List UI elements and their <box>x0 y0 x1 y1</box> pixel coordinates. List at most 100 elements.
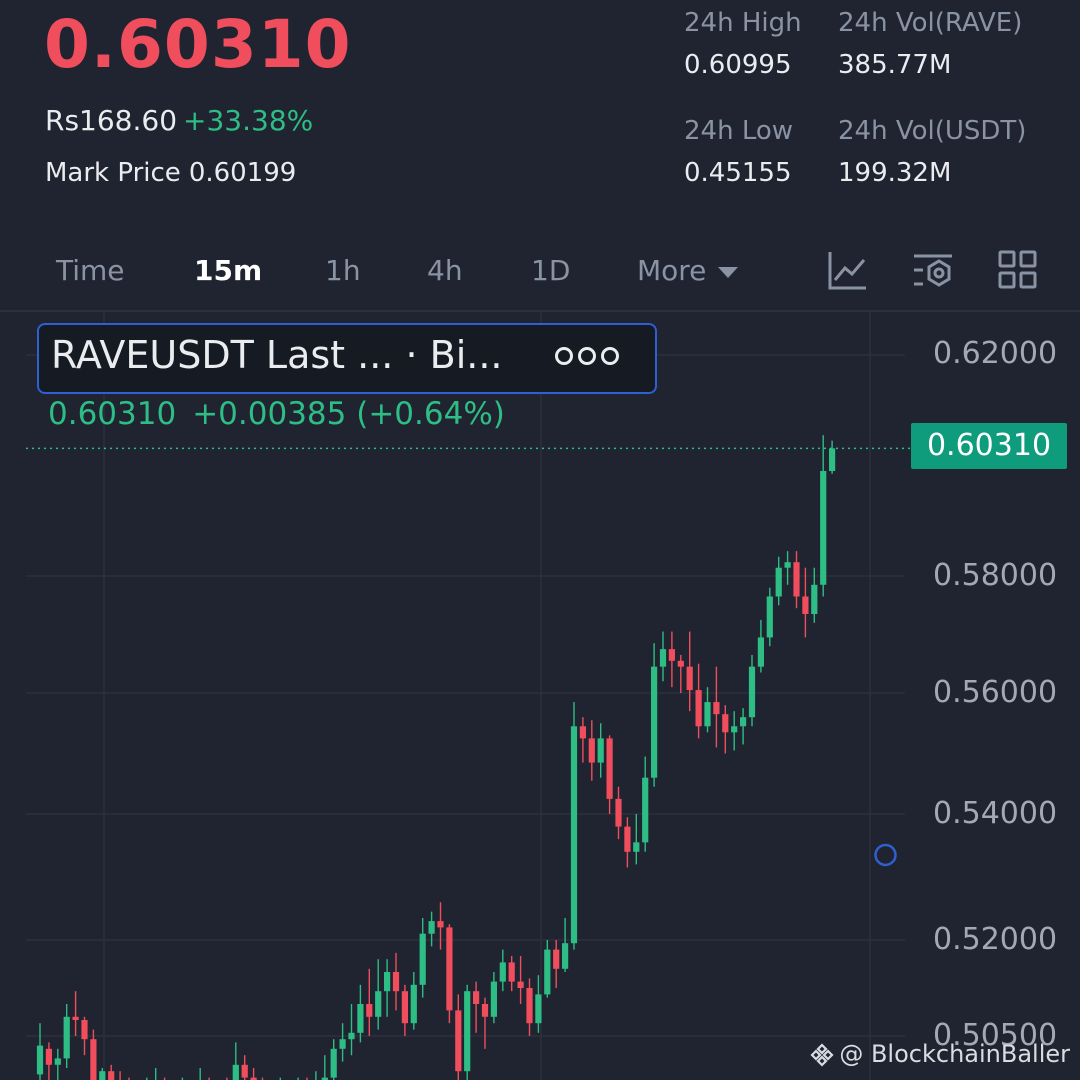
candle-body <box>624 826 631 852</box>
candle-body <box>392 972 400 992</box>
candle-body <box>544 949 551 995</box>
candle-body <box>535 994 542 1024</box>
candle-body <box>642 777 649 843</box>
stat-label: 24h Vol(USDT) <box>838 116 1027 146</box>
candle-body <box>490 981 497 1017</box>
candle-body <box>704 702 711 727</box>
price-axis-label: 0.52000 <box>933 922 1058 957</box>
price-axis-label: 0.56000 <box>933 675 1058 710</box>
candle-body <box>686 666 693 691</box>
stat-value: 0.60995 <box>684 50 792 80</box>
candle-body <box>428 921 435 934</box>
candle-body <box>570 726 578 944</box>
candle-body <box>731 726 738 733</box>
legend-title: RAVEUSDT Last ... · Bi... <box>51 333 503 377</box>
legend-values: 0.60310 +0.00385 (+0.64%) <box>48 396 505 432</box>
fiat-price: Rs168.60 <box>45 104 178 137</box>
candle-body <box>357 1004 364 1033</box>
candle-body <box>677 660 684 667</box>
candle-body <box>722 714 729 733</box>
tab-15m[interactable]: 15m <box>194 254 262 287</box>
stat-label: 24h High <box>684 8 802 38</box>
tab-4h[interactable]: 4h <box>427 254 463 287</box>
candle-body <box>508 962 515 982</box>
stat-label: 24h Vol(RAVE) <box>838 8 1023 38</box>
candle-body <box>606 738 613 799</box>
mark-price-row: Mark Price 0.60199 <box>45 158 296 188</box>
event-marker <box>874 843 897 867</box>
current-price-tag: 0.60310 <box>911 423 1067 469</box>
candle-body <box>633 842 640 852</box>
candle-body <box>45 1048 52 1065</box>
fiat-row: Rs168.60 +33.38% <box>45 104 313 137</box>
candle-body <box>793 562 800 597</box>
binance-logo-icon <box>810 1043 834 1067</box>
stat-value: 199.32M <box>838 158 952 188</box>
stat-value: 0.45155 <box>684 158 792 188</box>
stat-24h-vol-base: 24h Vol(RAVE) 385.77M <box>838 8 1022 80</box>
candle-body <box>437 921 444 928</box>
candle-body <box>241 1064 248 1078</box>
candle-body <box>748 666 756 718</box>
candle-body <box>740 717 747 727</box>
candle-body <box>668 649 675 661</box>
candle-body <box>713 702 720 715</box>
candle-body <box>81 1020 88 1040</box>
candle-body <box>499 962 506 982</box>
tab-1d[interactable]: 1D <box>531 254 570 287</box>
candle-body <box>695 690 702 727</box>
candle-body <box>36 1045 44 1075</box>
candle-body <box>72 1016 79 1020</box>
candle-body <box>757 637 764 667</box>
candle-body <box>802 596 809 615</box>
more-options-icon[interactable] <box>550 347 619 369</box>
candle-body <box>455 1010 462 1072</box>
layout-grid-icon[interactable] <box>996 248 1040 292</box>
symbol-legend[interactable]: RAVEUSDT Last ... · Bi... <box>37 323 657 394</box>
candle-body <box>517 981 524 988</box>
candle-body <box>348 1032 355 1040</box>
caret-down-icon <box>718 266 739 278</box>
tab-1h[interactable]: 1h <box>325 254 361 287</box>
candle-body <box>562 943 569 969</box>
change-percent: +33.38% <box>183 104 314 137</box>
candle-body <box>54 1058 61 1065</box>
candle-body <box>775 567 782 597</box>
price-axis-label: 0.62000 <box>933 336 1058 371</box>
tab-more-label: More <box>637 254 707 287</box>
watermark: @ BlockchainBaller <box>809 1040 1070 1068</box>
stat-value: 385.77M <box>838 50 952 80</box>
candle-body <box>651 666 658 778</box>
candle-body <box>366 1004 373 1017</box>
candle-body <box>410 984 417 1024</box>
candle-body <box>232 1064 239 1080</box>
tab-time[interactable]: Time <box>56 254 125 287</box>
tab-more[interactable]: More <box>637 254 739 287</box>
legend-change: +0.00385 (+0.64%) <box>192 396 505 432</box>
indicator-chart-icon[interactable] <box>826 248 870 292</box>
candle-body <box>659 649 667 667</box>
candle-body <box>401 991 408 1024</box>
candle-body <box>820 471 827 585</box>
candle-body <box>766 596 773 638</box>
candle-body <box>375 991 382 1017</box>
candle-body <box>473 991 480 1004</box>
candle-body <box>90 1039 97 1080</box>
candle-body <box>108 1071 115 1080</box>
candle-body <box>63 1016 70 1059</box>
stat-24h-vol-quote: 24h Vol(USDT) 199.32M <box>838 116 1026 188</box>
candle-body <box>446 927 453 1011</box>
price-axis-label: 0.58000 <box>933 558 1058 593</box>
candle-body <box>553 949 560 969</box>
candle-body <box>579 726 586 739</box>
stat-24h-low: 24h Low 0.45155 <box>684 116 793 188</box>
candle-body <box>526 988 533 1024</box>
candle-body <box>330 1048 337 1078</box>
ticker-header: 0.60310 Rs168.60 +33.38% Mark Price 0.6019… <box>0 0 1080 230</box>
candle-body <box>384 972 391 992</box>
chart-settings-icon[interactable] <box>911 248 955 292</box>
stat-label: 24h Low <box>684 116 794 146</box>
timeframe-tabs: Time 15m 1h 4h 1D More <box>0 240 1080 304</box>
last-price: 0.60310 <box>44 6 352 83</box>
candle-body <box>811 584 818 615</box>
